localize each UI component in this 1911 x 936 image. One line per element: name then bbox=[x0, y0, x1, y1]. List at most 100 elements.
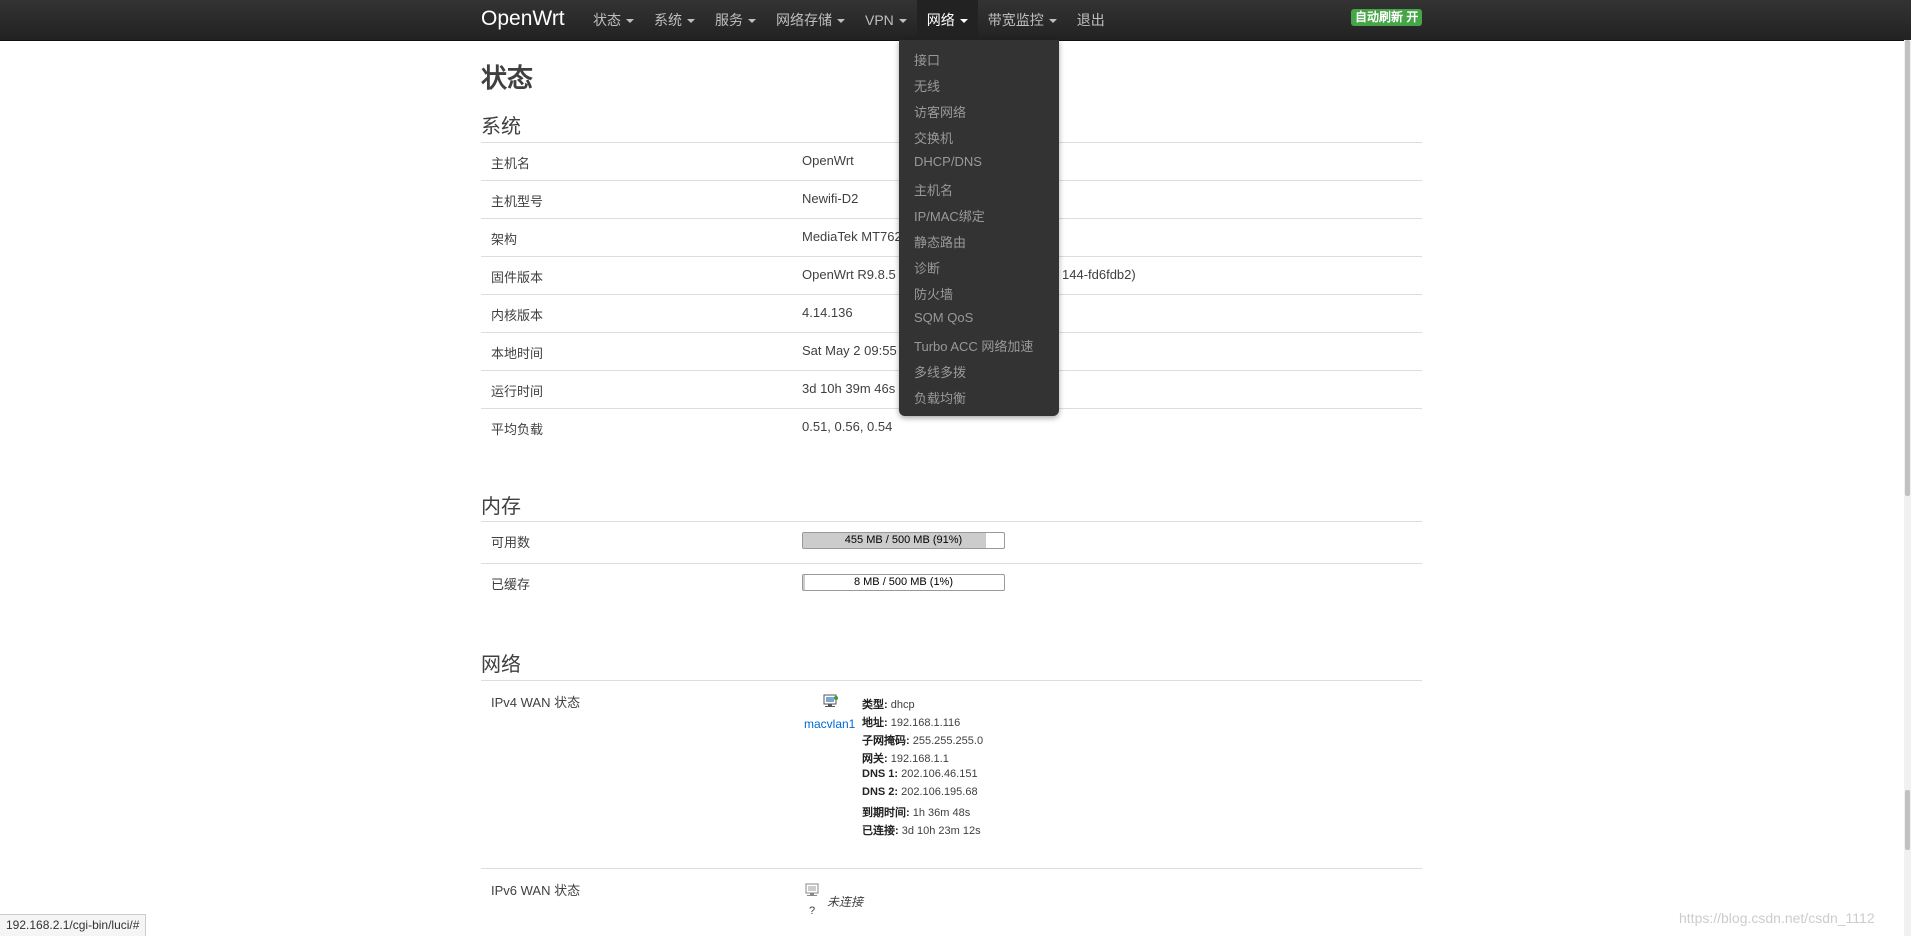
row-label-architecture: 架构 bbox=[491, 232, 518, 247]
dropdown-item-firewall[interactable]: 防火墙 bbox=[914, 284, 953, 303]
menu-label: 状态 bbox=[593, 12, 621, 28]
caret-down-icon bbox=[959, 19, 968, 23]
network-dropdown-menu: 接口 无线 访客网络 交换机 DHCP/DNS 主机名 IP/MAC绑定 静态路… bbox=[899, 40, 1059, 416]
memory-cached-progress: 8 MB / 500 MB (1%) bbox=[802, 574, 1005, 591]
row-value-kernel: 4.14.136 bbox=[802, 305, 853, 320]
detail-value: 202.106.195.68 bbox=[901, 786, 978, 798]
menu-bandwidth-monitor[interactable]: 带宽监控 bbox=[978, 0, 1067, 40]
scrollbar-thumb-lower[interactable] bbox=[1905, 790, 1910, 850]
dropdown-item-turbo-acc[interactable]: Turbo ACC 网络加速 bbox=[914, 336, 1033, 355]
row-label-local-time: 本地时间 bbox=[491, 346, 544, 361]
detail-value: 3d 10h 23m 12s bbox=[901, 825, 981, 837]
row-value-hostname: OpenWrt bbox=[802, 153, 854, 168]
detail-value: 192.168.1.116 bbox=[890, 717, 961, 729]
caret-down-icon bbox=[626, 19, 634, 23]
section-network-heading: 网络 bbox=[481, 654, 521, 676]
row-label-hostname: 主机名 bbox=[491, 156, 531, 171]
wan-detail-address: 地址: 192.168.1.116 bbox=[862, 714, 960, 730]
row-value-model: Newifi-D2 bbox=[802, 191, 859, 206]
detail-key: 地址: bbox=[862, 717, 888, 729]
row-value-load-average: 0.51, 0.56, 0.54 bbox=[802, 419, 893, 434]
wan-detail-connected: 已连接: 3d 10h 23m 12s bbox=[862, 822, 981, 838]
progress-text: 8 MB / 500 MB (1%) bbox=[853, 576, 954, 588]
divider bbox=[481, 680, 1422, 681]
menu-label: 网络存储 bbox=[776, 12, 832, 28]
caret-down-icon bbox=[837, 19, 845, 23]
section-system-heading: 系统 bbox=[481, 116, 521, 138]
dropdown-item-interfaces[interactable]: 接口 bbox=[914, 50, 940, 69]
row-value-local-time: Sat May 2 09:55 bbox=[802, 343, 897, 358]
progress-text: 455 MB / 500 MB (91%) bbox=[844, 534, 963, 546]
ipv6-interface-unknown: ? bbox=[809, 905, 816, 917]
browser-status-url: 192.168.2.1/cgi-bin/luci/# bbox=[0, 914, 147, 936]
dropdown-item-switch[interactable]: 交换机 bbox=[914, 128, 953, 147]
dropdown-item-static-routes[interactable]: 静态路由 bbox=[914, 232, 966, 251]
wan-detail-netmask: 子网掩码: 255.255.255.0 bbox=[862, 732, 983, 748]
wan-detail-dns2: DNS 2: 202.106.195.68 bbox=[862, 786, 978, 798]
detail-value: 192.168.1.1 bbox=[890, 753, 949, 765]
network-interface-disconnected-icon bbox=[805, 883, 819, 896]
interface-link-macvlan1[interactable]: macvlan1 bbox=[804, 717, 855, 731]
menu-logout[interactable]: 退出 bbox=[1067, 0, 1115, 40]
brand-logo[interactable]: OpenWrt bbox=[481, 7, 565, 31]
caret-down-icon bbox=[748, 19, 756, 23]
divider bbox=[481, 563, 1422, 564]
dropdown-item-guest-network[interactable]: 访客网络 bbox=[914, 102, 966, 121]
section-memory-heading: 内存 bbox=[481, 496, 521, 518]
dropdown-item-multi-dial[interactable]: 多线多拨 bbox=[914, 362, 966, 381]
dropdown-item-diagnostics[interactable]: 诊断 bbox=[914, 258, 940, 277]
menu-vpn[interactable]: VPN bbox=[855, 0, 917, 40]
row-value-uptime: 3d 10h 39m 46s bbox=[802, 381, 896, 396]
main-menu: 状态 系统 服务 网络存储 VPN 网络 带宽监控 退出 bbox=[583, 0, 1115, 40]
wan-detail-gateway: 网关: 192.168.1.1 bbox=[862, 750, 949, 766]
dropdown-item-sqm-qos[interactable]: SQM QoS bbox=[914, 310, 973, 325]
row-label-uptime: 运行时间 bbox=[491, 384, 544, 399]
menu-label: 服务 bbox=[715, 12, 743, 28]
row-label-model: 主机型号 bbox=[491, 194, 544, 209]
row-label-memory-available: 可用数 bbox=[491, 535, 531, 550]
detail-key: DNS 1: bbox=[862, 768, 899, 780]
menu-system[interactable]: 系统 bbox=[644, 0, 705, 40]
menu-label: 带宽监控 bbox=[987, 12, 1044, 28]
row-value-firmware-tail: 144-fd6fdb2) bbox=[1062, 267, 1136, 282]
row-label-memory-cached: 已缓存 bbox=[491, 577, 531, 592]
network-interface-icon[interactable] bbox=[823, 694, 839, 708]
menu-services[interactable]: 服务 bbox=[705, 0, 766, 40]
page-title: 状态 bbox=[481, 63, 534, 93]
caret-down-icon bbox=[1048, 19, 1057, 23]
dropdown-item-hostnames[interactable]: 主机名 bbox=[914, 180, 953, 199]
dropdown-item-wireless[interactable]: 无线 bbox=[914, 76, 940, 95]
detail-value: 1h 36m 48s bbox=[912, 807, 971, 819]
detail-value: 202.106.46.151 bbox=[901, 768, 978, 780]
detail-key: 到期时间: bbox=[862, 807, 910, 819]
detail-value: dhcp bbox=[890, 699, 915, 711]
wan-detail-dns1: DNS 1: 202.106.46.151 bbox=[862, 768, 978, 780]
row-label-ipv6-wan: IPv6 WAN 状态 bbox=[491, 883, 581, 898]
caret-down-icon bbox=[898, 19, 907, 23]
caret-down-icon bbox=[687, 19, 695, 23]
menu-label: 网络 bbox=[926, 12, 955, 28]
dropdown-item-load-balancing[interactable]: 负载均衡 bbox=[914, 388, 966, 407]
menu-label: VPN bbox=[865, 12, 894, 28]
divider bbox=[481, 521, 1422, 522]
watermark-text: https://blog.csdn.net/csdn_1112 bbox=[1679, 910, 1875, 926]
detail-key: 已连接: bbox=[862, 825, 899, 837]
divider bbox=[481, 868, 1422, 869]
row-label-ipv4-wan: IPv4 WAN 状态 bbox=[491, 695, 581, 710]
menu-network[interactable]: 网络 bbox=[916, 0, 978, 40]
dropdown-item-dhcp-dns[interactable]: DHCP/DNS bbox=[914, 154, 982, 169]
auto-refresh-badge[interactable]: 自动刷新 开 bbox=[1351, 9, 1423, 26]
memory-available-progress: 455 MB / 500 MB (91%) bbox=[802, 532, 1005, 549]
menu-nas[interactable]: 网络存储 bbox=[766, 0, 855, 40]
row-value-firmware: OpenWrt R9.8.5 bbox=[802, 267, 896, 282]
menu-status[interactable]: 状态 bbox=[583, 0, 644, 40]
detail-key: 子网掩码: bbox=[862, 735, 910, 747]
scrollbar-thumb[interactable] bbox=[1905, 40, 1910, 496]
wan-detail-type: 类型: dhcp bbox=[862, 696, 915, 712]
dropdown-item-ip-mac-binding[interactable]: IP/MAC绑定 bbox=[914, 206, 985, 225]
detail-key: 网关: bbox=[862, 753, 888, 765]
menu-label: 退出 bbox=[1076, 12, 1105, 28]
ipv6-status-text: 未连接 bbox=[827, 895, 864, 909]
detail-value: 255.255.255.0 bbox=[912, 735, 984, 747]
menu-label: 系统 bbox=[654, 12, 682, 28]
